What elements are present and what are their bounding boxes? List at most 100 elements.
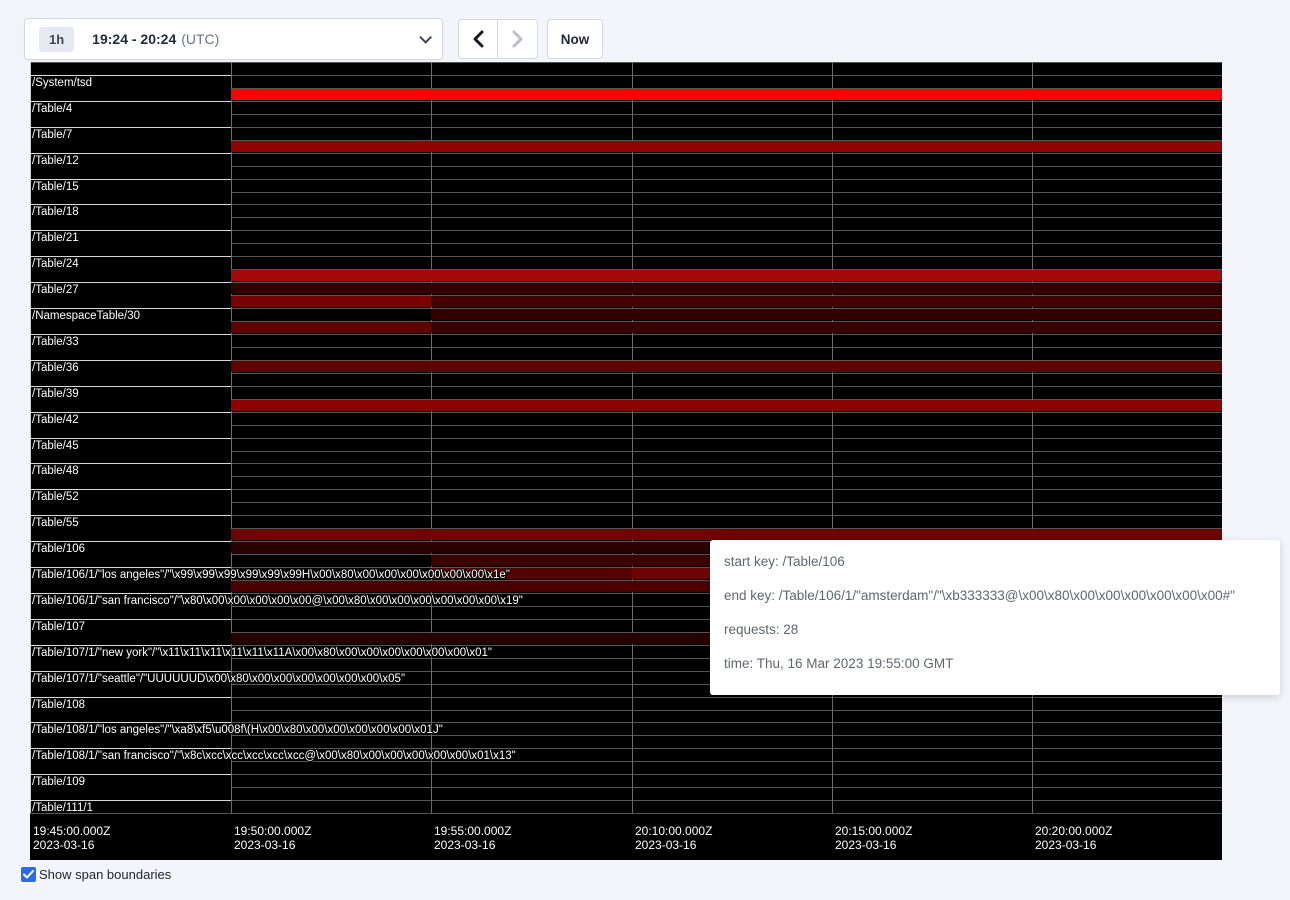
time-gridline xyxy=(231,62,232,813)
span-boundary-line xyxy=(231,243,1222,244)
row-boundary-line xyxy=(30,101,231,102)
heat-band xyxy=(431,296,1222,307)
span-boundary-line xyxy=(231,800,1222,801)
span-boundary-line xyxy=(231,425,1222,426)
span-boundary-line xyxy=(231,476,1222,477)
span-boundary-line xyxy=(231,489,1222,490)
show-span-boundaries-checkbox[interactable] xyxy=(21,867,36,882)
span-boundary-line xyxy=(231,217,1222,218)
next-time-button[interactable] xyxy=(498,19,538,59)
row-boundary-line xyxy=(30,722,231,723)
span-boundary-line xyxy=(231,127,1222,128)
span-boundary-line xyxy=(231,515,1222,516)
row-boundary-line xyxy=(30,179,231,180)
canvas-left-edge xyxy=(30,62,31,813)
row-label: /Table/107/1/"seattle"/"UUUUUUD\x00\x80\… xyxy=(32,673,405,685)
now-button[interactable]: Now xyxy=(547,19,603,59)
heat-band xyxy=(231,322,431,333)
x-axis-tick: 20:15:00.000Z2023-03-16 xyxy=(835,824,912,852)
span-boundary-line xyxy=(231,386,1222,387)
span-boundary-line xyxy=(231,502,1222,503)
hover-tooltip: start key: /Table/106 end key: /Table/10… xyxy=(710,540,1280,695)
row-label: /Table/4 xyxy=(32,103,72,115)
row-label: /Table/42 xyxy=(32,414,79,426)
heat-band xyxy=(231,361,1222,372)
row-boundary-line xyxy=(30,230,231,231)
row-boundary-line xyxy=(30,800,231,801)
row-label: /Table/39 xyxy=(32,388,79,400)
check-icon xyxy=(23,870,34,879)
footer-options: Show span boundaries xyxy=(21,867,171,882)
row-boundary-line xyxy=(30,619,231,620)
row-boundary-line xyxy=(30,463,231,464)
span-boundary-line xyxy=(231,451,1222,452)
span-boundary-line xyxy=(231,256,1222,257)
heat-band xyxy=(231,400,1222,411)
heat-band xyxy=(231,283,1222,294)
row-boundary-line xyxy=(30,75,231,76)
span-boundary-line xyxy=(231,179,1222,180)
row-label: /Table/106/1/"san francisco"/"\x80\x00\x… xyxy=(32,595,523,607)
row-label: /Table/52 xyxy=(32,491,79,503)
row-boundary-line xyxy=(30,386,231,387)
x-axis-tick: 20:10:00.000Z2023-03-16 xyxy=(635,824,712,852)
heat-band xyxy=(431,322,1222,333)
span-boundary-line xyxy=(30,62,1222,63)
row-label: /System/tsd xyxy=(32,77,92,89)
span-boundary-line xyxy=(231,101,1222,102)
heat-band xyxy=(231,89,1222,100)
previous-time-button[interactable] xyxy=(458,19,498,59)
span-boundary-line xyxy=(231,153,1222,154)
tooltip-end-key: end key: /Table/106/1/"amsterdam"/"\xb33… xyxy=(724,588,1266,603)
chevron-left-icon xyxy=(471,30,485,48)
chevron-down-icon xyxy=(419,31,432,44)
row-boundary-line xyxy=(30,541,231,542)
x-axis-tick: 20:20:00.000Z2023-03-16 xyxy=(1035,824,1112,852)
row-label: /Table/107/1/"new york"/"\x11\x11\x11\x1… xyxy=(32,647,492,659)
time-range-selector[interactable]: 1h 19:24 - 20:24 (UTC) xyxy=(24,18,443,60)
row-label: /Table/106 xyxy=(32,543,85,555)
row-label: /Table/7 xyxy=(32,129,72,141)
span-boundary-line xyxy=(231,710,1222,711)
row-label: /Table/33 xyxy=(32,336,79,348)
row-boundary-line xyxy=(30,748,231,749)
row-label: /Table/55 xyxy=(32,517,79,529)
heat-band xyxy=(231,529,1222,540)
row-label: /Table/36 xyxy=(32,362,79,374)
row-boundary-line xyxy=(30,567,231,568)
row-label: /Table/107 xyxy=(32,621,85,633)
row-label: /Table/109 xyxy=(32,776,85,788)
tooltip-time: time: Thu, 16 Mar 2023 19:55:00 GMT xyxy=(724,656,1266,671)
row-label: /Table/21 xyxy=(32,232,79,244)
row-label: /Table/108 xyxy=(32,699,85,711)
key-visualizer-heatmap[interactable]: /System/tsd/Table/4/Table/7/Table/12/Tab… xyxy=(30,62,1222,860)
row-label: /Table/111/1 xyxy=(32,802,93,814)
row-boundary-line xyxy=(30,334,231,335)
span-boundary-line xyxy=(231,334,1222,335)
span-boundary-line xyxy=(231,722,1222,723)
time-gridline xyxy=(1032,62,1033,813)
row-boundary-line xyxy=(30,412,231,413)
span-boundary-line xyxy=(231,774,1222,775)
tooltip-start-key: start key: /Table/106 xyxy=(724,554,1266,569)
row-label: /Table/18 xyxy=(32,206,79,218)
time-preset-badge: 1h xyxy=(39,27,74,52)
row-boundary-line xyxy=(30,308,231,309)
row-label: /Table/108/1/"los angeles"/"\xa8\xf5\u00… xyxy=(32,724,443,736)
row-boundary-line xyxy=(30,204,231,205)
row-boundary-line xyxy=(30,515,231,516)
span-boundary-line xyxy=(231,697,1222,698)
heat-band xyxy=(231,270,1222,281)
span-boundary-line xyxy=(30,813,1222,814)
chevron-right-icon xyxy=(511,30,525,48)
row-label: /Table/27 xyxy=(32,284,79,296)
span-boundary-line xyxy=(231,347,1222,348)
heat-band xyxy=(431,309,1222,320)
row-boundary-line xyxy=(30,282,231,283)
x-axis-tick: 19:50:00.000Z2023-03-16 xyxy=(234,824,311,852)
row-boundary-line xyxy=(30,774,231,775)
span-boundary-line xyxy=(231,438,1222,439)
time-gridline xyxy=(832,62,833,813)
row-label: /Table/108/1/"san francisco"/"\x8c\xcc\x… xyxy=(32,750,516,762)
row-boundary-line xyxy=(30,671,231,672)
